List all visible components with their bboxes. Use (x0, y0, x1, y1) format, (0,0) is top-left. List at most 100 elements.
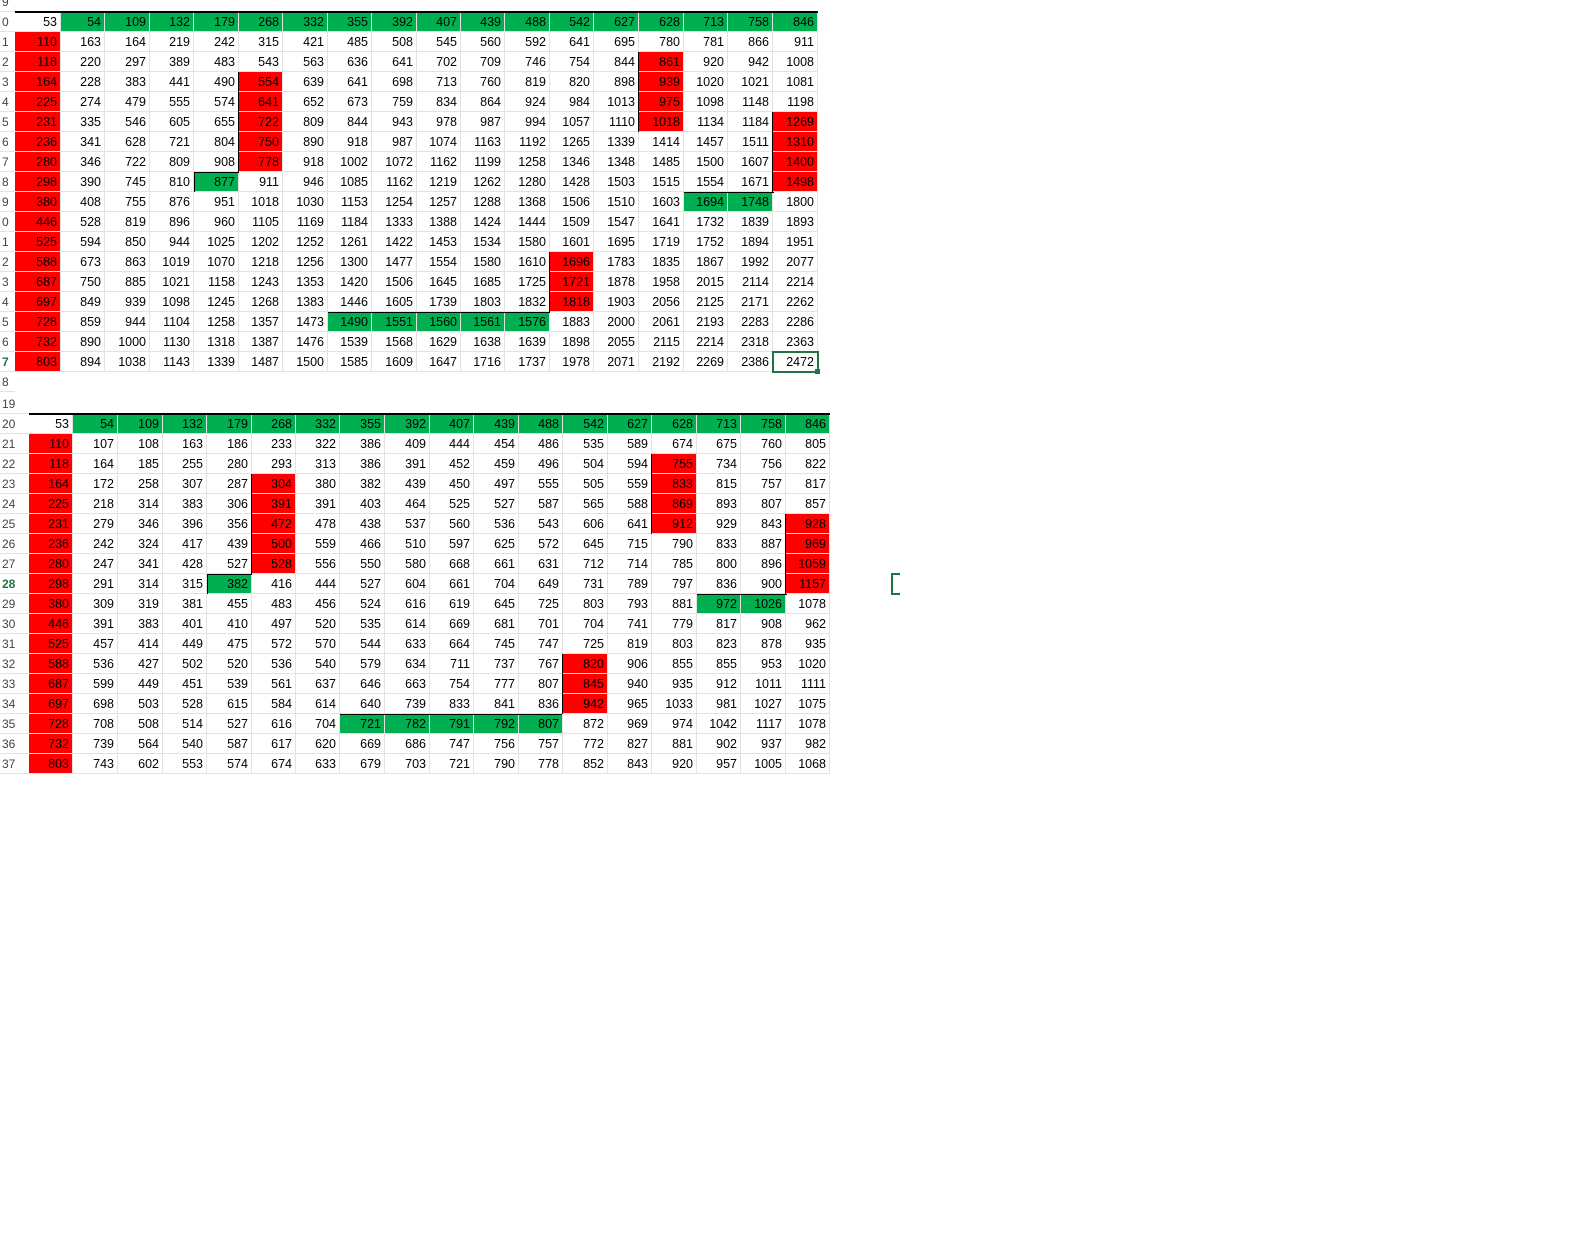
data-cell[interactable]: 863 (105, 252, 150, 272)
data-cell[interactable]: 1098 (684, 92, 728, 112)
data-cell[interactable]: 803 (29, 754, 73, 774)
row-header[interactable]: 20 (0, 414, 29, 434)
data-cell[interactable]: 1511 (728, 132, 773, 152)
data-cell[interactable]: 777 (474, 674, 519, 694)
row-header[interactable]: 1 (0, 32, 15, 52)
data-cell[interactable]: 1019 (150, 252, 194, 272)
header-cell[interactable]: 53 (15, 12, 61, 32)
row-header[interactable]: 19 (0, 394, 29, 414)
header-cell[interactable]: 713 (684, 12, 728, 32)
row-header[interactable]: 25 (0, 514, 29, 534)
data-cell[interactable]: 836 (697, 574, 741, 594)
data-cell[interactable]: 403 (340, 494, 385, 514)
data-cell[interactable]: 307 (163, 474, 207, 494)
data-cell[interactable]: 1117 (741, 714, 786, 734)
data-cell[interactable]: 540 (163, 734, 207, 754)
data-cell[interactable]: 661 (430, 574, 474, 594)
data-cell[interactable]: 1685 (461, 272, 505, 292)
header-cell[interactable]: 392 (372, 12, 417, 32)
data-cell[interactable]: 428 (163, 554, 207, 574)
data-cell[interactable]: 2125 (684, 292, 728, 312)
data-cell[interactable]: 500 (252, 534, 296, 554)
data-cell[interactable]: 1254 (372, 192, 417, 212)
data-cell[interactable]: 391 (252, 494, 296, 514)
data-cell[interactable]: 346 (61, 152, 105, 172)
header-cell[interactable]: 179 (194, 12, 239, 32)
data-cell[interactable]: 1038 (105, 352, 150, 372)
data-cell[interactable]: 942 (728, 52, 773, 72)
data-cell[interactable]: 313 (296, 454, 340, 474)
data-cell[interactable]: 341 (118, 554, 163, 574)
data-cell[interactable]: 236 (29, 534, 73, 554)
data-cell[interactable]: 389 (150, 52, 194, 72)
data-cell[interactable]: 841 (474, 694, 519, 714)
data-cell[interactable]: 2015 (684, 272, 728, 292)
data-cell[interactable]: 697 (15, 292, 61, 312)
data-cell[interactable]: 1560 (417, 312, 461, 332)
data-cell[interactable]: 536 (252, 654, 296, 674)
data-cell[interactable]: 503 (118, 694, 163, 714)
data-cell[interactable]: 845 (563, 674, 608, 694)
data-cell[interactable]: 1893 (773, 212, 818, 232)
data-cell[interactable]: 975 (639, 92, 684, 112)
data-cell[interactable]: 843 (608, 754, 652, 774)
data-cell[interactable]: 1085 (328, 172, 372, 192)
data-cell[interactable]: 2055 (594, 332, 639, 352)
data-cell[interactable]: 553 (163, 754, 207, 774)
data-cell[interactable]: 1506 (372, 272, 417, 292)
data-cell[interactable]: 391 (296, 494, 340, 514)
data-cell[interactable]: 1719 (639, 232, 684, 252)
data-cell[interactable]: 943 (372, 112, 417, 132)
data-cell[interactable]: 756 (474, 734, 519, 754)
data-cell[interactable]: 982 (786, 734, 830, 754)
header-cell[interactable]: 627 (594, 12, 639, 32)
data-cell[interactable]: 164 (29, 474, 73, 494)
data-cell[interactable]: 322 (296, 434, 340, 454)
data-cell[interactable]: 527 (474, 494, 519, 514)
data-cell[interactable]: 2061 (639, 312, 684, 332)
data-cell[interactable]: 852 (563, 754, 608, 774)
data-cell[interactable]: 908 (194, 152, 239, 172)
data-cell[interactable]: 2318 (728, 332, 773, 352)
data-cell[interactable]: 878 (741, 634, 786, 654)
data-cell[interactable]: 823 (697, 634, 741, 654)
data-cell[interactable]: 417 (163, 534, 207, 554)
data-cell[interactable]: 790 (474, 754, 519, 774)
data-cell[interactable]: 881 (652, 594, 697, 614)
data-cell[interactable]: 790 (652, 534, 697, 554)
data-cell[interactable]: 346 (118, 514, 163, 534)
data-cell[interactable]: 2071 (594, 352, 639, 372)
data-cell[interactable]: 789 (608, 574, 652, 594)
data-cell[interactable]: 1752 (684, 232, 728, 252)
data-cell[interactable]: 1951 (773, 232, 818, 252)
data-cell[interactable]: 912 (697, 674, 741, 694)
data-cell[interactable]: 1059 (786, 554, 830, 574)
data-cell[interactable]: 674 (252, 754, 296, 774)
data-cell[interactable]: 1551 (372, 312, 417, 332)
data-cell[interactable]: 937 (741, 734, 786, 754)
data-cell[interactable]: 645 (474, 594, 519, 614)
data-cell[interactable]: 108 (118, 434, 163, 454)
header-cell[interactable]: 542 (563, 414, 608, 434)
data-cell[interactable]: 1580 (505, 232, 550, 252)
data-cell[interactable]: 478 (296, 514, 340, 534)
data-cell[interactable]: 572 (519, 534, 563, 554)
data-cell[interactable]: 219 (150, 32, 194, 52)
data-cell[interactable]: 304 (252, 474, 296, 494)
data-cell[interactable]: 118 (29, 454, 73, 474)
data-cell[interactable]: 390 (61, 172, 105, 192)
data-cell[interactable]: 414 (118, 634, 163, 654)
data-cell[interactable]: 1490 (328, 312, 372, 332)
data-cell[interactable]: 287 (207, 474, 252, 494)
data-cell[interactable]: 1346 (550, 152, 594, 172)
row-header[interactable]: 30 (0, 614, 29, 634)
data-cell[interactable]: 633 (385, 634, 430, 654)
data-cell[interactable]: 722 (239, 112, 283, 132)
row-header[interactable]: 34 (0, 694, 29, 714)
data-cell[interactable]: 584 (252, 694, 296, 714)
data-cell[interactable]: 1585 (328, 352, 372, 372)
data-cell[interactable]: 545 (417, 32, 461, 52)
data-cell[interactable]: 1002 (328, 152, 372, 172)
data-cell[interactable]: 708 (73, 714, 118, 734)
row-header[interactable]: 26 (0, 534, 29, 554)
